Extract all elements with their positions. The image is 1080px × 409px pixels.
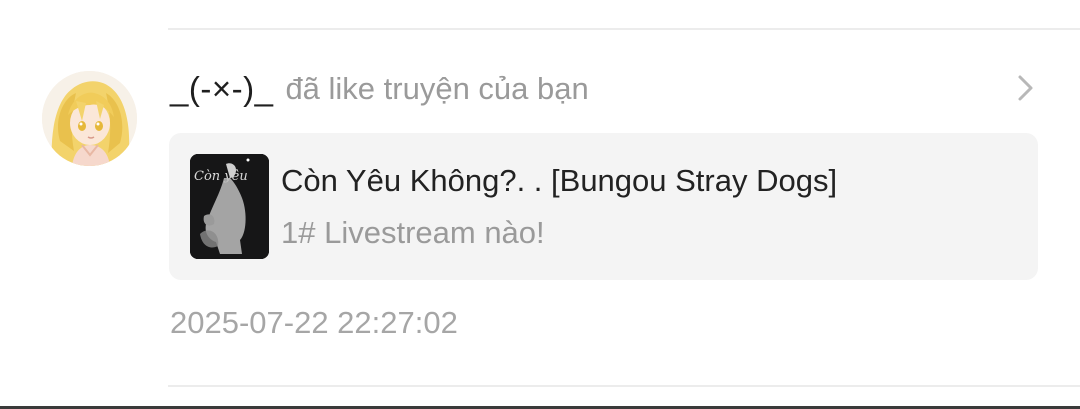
divider-bottom bbox=[168, 385, 1080, 387]
chevron-right-icon[interactable] bbox=[1012, 72, 1040, 104]
anime-girl-avatar-icon bbox=[42, 71, 137, 166]
action-text: đã like truyện của bạn bbox=[285, 71, 589, 106]
story-card[interactable]: Còn yêu Còn Yêu Không?. . [Bungou Stray … bbox=[169, 133, 1038, 280]
divider-top bbox=[168, 28, 1080, 30]
user-avatar[interactable] bbox=[42, 71, 137, 166]
story-cover[interactable]: Còn yêu bbox=[190, 154, 269, 259]
notification-header: _(-×-)_ đã like truyện của bạn bbox=[170, 66, 589, 112]
username-link[interactable]: _(-×-)_ bbox=[170, 70, 273, 108]
story-title[interactable]: Còn Yêu Không?. . [Bungou Stray Dogs] bbox=[281, 163, 837, 199]
like-notification-item[interactable]: _(-×-)_ đã like truyện của bạn Còn yêu C… bbox=[0, 0, 1080, 409]
cover-title-text: Còn yêu bbox=[194, 169, 248, 184]
notification-timestamp: 2025-07-22 22:27:02 bbox=[170, 305, 458, 340]
story-cover-image-icon: Còn yêu bbox=[190, 154, 269, 259]
chapter-title[interactable]: 1# Livestream nào! bbox=[281, 215, 545, 251]
